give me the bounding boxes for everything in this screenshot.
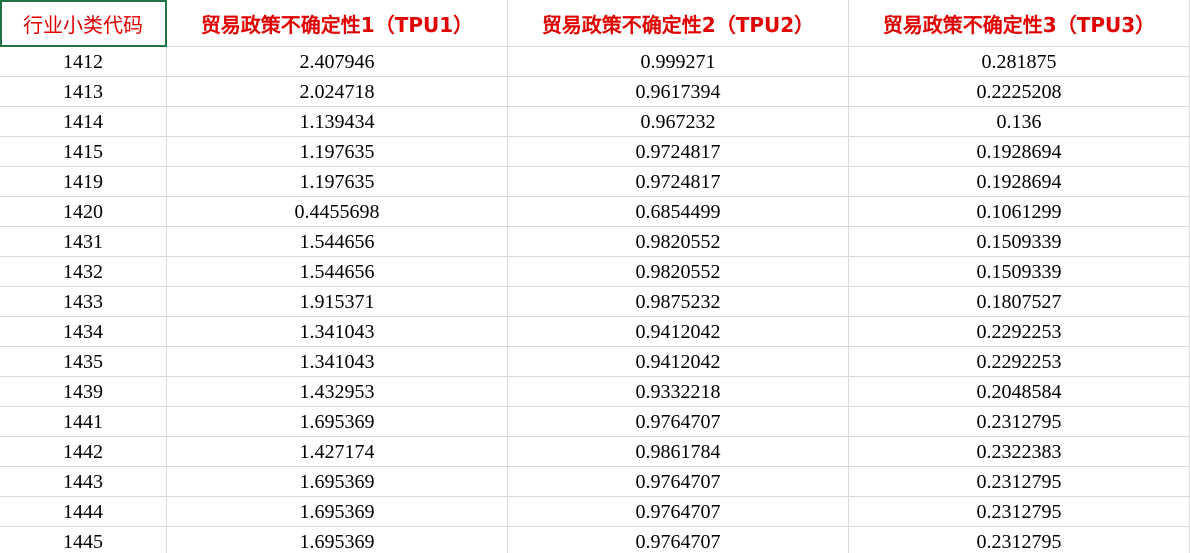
table-row: 1431 1.544656 0.9820552 0.1509339 xyxy=(0,227,1190,257)
table-row: 1412 2.407946 0.999271 0.281875 xyxy=(0,47,1190,77)
cell-tpu1[interactable]: 0.4455698 xyxy=(167,197,508,227)
cell-tpu3[interactable]: 0.2292253 xyxy=(849,347,1190,377)
cell-tpu3[interactable]: 0.1928694 xyxy=(849,167,1190,197)
cell-tpu1[interactable]: 1.695369 xyxy=(167,497,508,527)
cell-tpu1[interactable]: 1.544656 xyxy=(167,227,508,257)
cell-tpu3[interactable]: 0.1509339 xyxy=(849,257,1190,287)
table-row: 1415 1.197635 0.9724817 0.1928694 xyxy=(0,137,1190,167)
table-row: 1444 1.695369 0.9764707 0.2312795 xyxy=(0,497,1190,527)
table-row: 1445 1.695369 0.9764707 0.2312795 xyxy=(0,527,1190,553)
cell-tpu3[interactable]: 0.1928694 xyxy=(849,137,1190,167)
cell-tpu2[interactable]: 0.9724817 xyxy=(508,167,849,197)
table-row: 1439 1.432953 0.9332218 0.2048584 xyxy=(0,377,1190,407)
cell-tpu2[interactable]: 0.9820552 xyxy=(508,257,849,287)
cell-tpu1[interactable]: 1.341043 xyxy=(167,317,508,347)
cell-tpu2[interactable]: 0.999271 xyxy=(508,47,849,77)
cell-industry-code[interactable]: 1444 xyxy=(0,497,167,527)
cell-tpu2[interactable]: 0.967232 xyxy=(508,107,849,137)
cell-tpu1[interactable]: 1.695369 xyxy=(167,467,508,497)
cell-tpu1[interactable]: 1.341043 xyxy=(167,347,508,377)
cell-industry-code[interactable]: 1413 xyxy=(0,77,167,107)
cell-tpu3[interactable]: 0.281875 xyxy=(849,47,1190,77)
cell-tpu1[interactable]: 2.407946 xyxy=(167,47,508,77)
cell-industry-code[interactable]: 1445 xyxy=(0,527,167,553)
cell-tpu2[interactable]: 0.9861784 xyxy=(508,437,849,467)
header-row: 行业小类代码 贸易政策不确定性1（TPU1） 贸易政策不确定性2（TPU2） 贸… xyxy=(0,0,1190,47)
cell-tpu3[interactable]: 0.2322383 xyxy=(849,437,1190,467)
cell-tpu2[interactable]: 0.6854499 xyxy=(508,197,849,227)
cell-industry-code[interactable]: 1420 xyxy=(0,197,167,227)
cell-tpu1[interactable]: 1.197635 xyxy=(167,137,508,167)
table-row: 1419 1.197635 0.9724817 0.1928694 xyxy=(0,167,1190,197)
cell-tpu3[interactable]: 0.1807527 xyxy=(849,287,1190,317)
table-row: 1442 1.427174 0.9861784 0.2322383 xyxy=(0,437,1190,467)
cell-tpu3[interactable]: 0.1061299 xyxy=(849,197,1190,227)
table-row: 1434 1.341043 0.9412042 0.2292253 xyxy=(0,317,1190,347)
cell-industry-code[interactable]: 1419 xyxy=(0,167,167,197)
cell-tpu3[interactable]: 0.2312795 xyxy=(849,497,1190,527)
cell-industry-code[interactable]: 1412 xyxy=(0,47,167,77)
header-cell-tpu3[interactable]: 贸易政策不确定性3（TPU3） xyxy=(849,0,1190,47)
cell-tpu3[interactable]: 0.2312795 xyxy=(849,407,1190,437)
cell-tpu1[interactable]: 1.432953 xyxy=(167,377,508,407)
cell-industry-code[interactable]: 1414 xyxy=(0,107,167,137)
cell-tpu3[interactable]: 0.2312795 xyxy=(849,527,1190,553)
header-cell-industry-code[interactable]: 行业小类代码 xyxy=(0,0,167,47)
cell-industry-code[interactable]: 1415 xyxy=(0,137,167,167)
cell-tpu2[interactable]: 0.9724817 xyxy=(508,137,849,167)
cell-tpu3[interactable]: 0.136 xyxy=(849,107,1190,137)
cell-tpu2[interactable]: 0.9332218 xyxy=(508,377,849,407)
cell-industry-code[interactable]: 1442 xyxy=(0,437,167,467)
cell-industry-code[interactable]: 1441 xyxy=(0,407,167,437)
cell-tpu1[interactable]: 1.695369 xyxy=(167,527,508,553)
table-row: 1435 1.341043 0.9412042 0.2292253 xyxy=(0,347,1190,377)
header-cell-tpu1[interactable]: 贸易政策不确定性1（TPU1） xyxy=(167,0,508,47)
cell-tpu2[interactable]: 0.9764707 xyxy=(508,497,849,527)
table-row: 1413 2.024718 0.9617394 0.2225208 xyxy=(0,77,1190,107)
cell-tpu1[interactable]: 1.915371 xyxy=(167,287,508,317)
cell-tpu1[interactable]: 2.024718 xyxy=(167,77,508,107)
cell-tpu1[interactable]: 1.695369 xyxy=(167,407,508,437)
table-row: 1420 0.4455698 0.6854499 0.1061299 xyxy=(0,197,1190,227)
table-row: 1441 1.695369 0.9764707 0.2312795 xyxy=(0,407,1190,437)
table-row: 1433 1.915371 0.9875232 0.1807527 xyxy=(0,287,1190,317)
cell-tpu3[interactable]: 0.1509339 xyxy=(849,227,1190,257)
cell-tpu1[interactable]: 1.544656 xyxy=(167,257,508,287)
cell-tpu2[interactable]: 0.9875232 xyxy=(508,287,849,317)
cell-industry-code[interactable]: 1435 xyxy=(0,347,167,377)
cell-industry-code[interactable]: 1431 xyxy=(0,227,167,257)
cell-tpu1[interactable]: 1.197635 xyxy=(167,167,508,197)
cell-tpu2[interactable]: 0.9412042 xyxy=(508,317,849,347)
cell-tpu2[interactable]: 0.9764707 xyxy=(508,527,849,553)
cell-industry-code[interactable]: 1433 xyxy=(0,287,167,317)
cell-tpu3[interactable]: 0.2225208 xyxy=(849,77,1190,107)
cell-tpu2[interactable]: 0.9412042 xyxy=(508,347,849,377)
cell-industry-code[interactable]: 1432 xyxy=(0,257,167,287)
cell-tpu3[interactable]: 0.2292253 xyxy=(849,317,1190,347)
cell-tpu1[interactable]: 1.139434 xyxy=(167,107,508,137)
header-cell-tpu2[interactable]: 贸易政策不确定性2（TPU2） xyxy=(508,0,849,47)
cell-industry-code[interactable]: 1439 xyxy=(0,377,167,407)
cell-industry-code[interactable]: 1443 xyxy=(0,467,167,497)
cell-tpu3[interactable]: 0.2312795 xyxy=(849,467,1190,497)
table-row: 1443 1.695369 0.9764707 0.2312795 xyxy=(0,467,1190,497)
cell-tpu2[interactable]: 0.9820552 xyxy=(508,227,849,257)
cell-tpu2[interactable]: 0.9764707 xyxy=(508,407,849,437)
table-row: 1432 1.544656 0.9820552 0.1509339 xyxy=(0,257,1190,287)
cell-tpu2[interactable]: 0.9617394 xyxy=(508,77,849,107)
cell-industry-code[interactable]: 1434 xyxy=(0,317,167,347)
cell-tpu1[interactable]: 1.427174 xyxy=(167,437,508,467)
spreadsheet-grid: 行业小类代码 贸易政策不确定性1（TPU1） 贸易政策不确定性2（TPU2） 贸… xyxy=(0,0,1190,553)
cell-tpu3[interactable]: 0.2048584 xyxy=(849,377,1190,407)
table-row: 1414 1.139434 0.967232 0.136 xyxy=(0,107,1190,137)
cell-tpu2[interactable]: 0.9764707 xyxy=(508,467,849,497)
